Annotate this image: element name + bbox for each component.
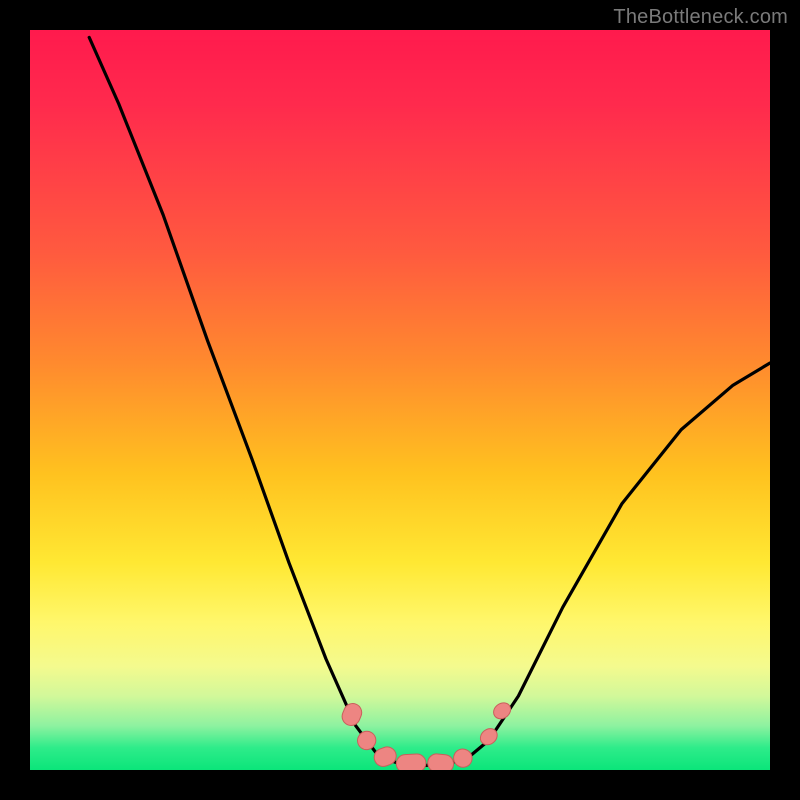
watermark-text: TheBottleneck.com bbox=[613, 6, 788, 29]
plot-area bbox=[30, 30, 770, 770]
chart-frame: TheBottleneck.com bbox=[0, 0, 800, 800]
